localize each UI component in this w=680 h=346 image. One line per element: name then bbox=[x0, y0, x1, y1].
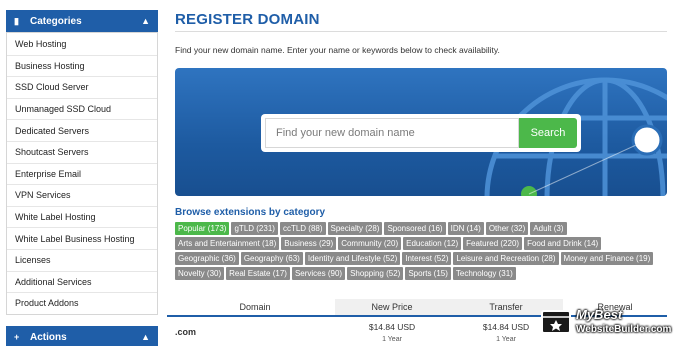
browse-extensions-heading: Browse extensions by category bbox=[175, 207, 326, 218]
page-title: REGISTER DOMAIN bbox=[175, 11, 320, 28]
new-price-period: 1 Year bbox=[382, 336, 402, 343]
sidebar-item[interactable]: SSD Cloud Server bbox=[7, 76, 157, 98]
chevron-up-icon[interactable]: ▲ bbox=[141, 16, 150, 26]
extension-tag[interactable]: Adult (3) bbox=[530, 222, 567, 235]
extension-tag[interactable]: Featured (220) bbox=[463, 237, 523, 250]
sidebar: ▮ Categories ▲ Web Hosting Business Host… bbox=[6, 10, 158, 315]
categories-title: Categories bbox=[30, 15, 82, 27]
chevron-up-icon[interactable]: ▲ bbox=[141, 332, 150, 342]
column-header-domain: Domain bbox=[239, 302, 271, 312]
intro-text: Find your new domain name. Enter your na… bbox=[175, 45, 500, 55]
extension-tag[interactable]: Education (12) bbox=[403, 237, 462, 250]
extension-tag[interactable]: Geographic (36) bbox=[175, 252, 239, 265]
extension-tag[interactable]: Sponsored (16) bbox=[384, 222, 446, 235]
extension-tag[interactable]: Leisure and Recreation (28) bbox=[453, 252, 559, 265]
extension-tag[interactable]: Services (90) bbox=[291, 267, 346, 280]
sidebar-item[interactable]: Additional Services bbox=[7, 270, 157, 293]
plus-icon: + bbox=[14, 332, 20, 342]
extension-tag[interactable]: Community (20) bbox=[338, 237, 402, 250]
actions-panel-header[interactable]: + Actions ▲ bbox=[6, 326, 158, 346]
extension-tag[interactable]: Shopping (52) bbox=[347, 267, 404, 280]
sidebar-item[interactable]: Licenses bbox=[7, 248, 157, 271]
sidebar-item[interactable]: White Label Hosting bbox=[7, 205, 157, 228]
extension-tag[interactable]: IDN (14) bbox=[447, 222, 484, 235]
browser-window-icon bbox=[541, 310, 571, 334]
category-icon: ▮ bbox=[14, 15, 19, 26]
domain-search-box: Search bbox=[261, 114, 581, 152]
sidebar-item[interactable]: White Label Business Hosting bbox=[7, 227, 157, 249]
actions-title: Actions bbox=[30, 331, 67, 343]
extension-tag[interactable]: Arts and Entertainment (18) bbox=[175, 237, 280, 250]
sidebar-item[interactable]: VPN Services bbox=[7, 184, 157, 206]
extension-tag[interactable]: gTLD (231) bbox=[231, 222, 278, 235]
categories-panel-header[interactable]: ▮ Categories ▲ bbox=[6, 10, 158, 32]
extension-tag[interactable]: Other (32) bbox=[485, 222, 529, 235]
extension-tag-popular[interactable]: Popular (173) bbox=[175, 222, 230, 235]
sidebar-item[interactable]: Web Hosting bbox=[7, 33, 157, 55]
extension-tag[interactable]: Technology (31) bbox=[452, 267, 516, 280]
extension-tag[interactable]: Novelty (30) bbox=[175, 267, 225, 280]
actions-panel: + Actions ▲ bbox=[6, 326, 158, 346]
extension-tag[interactable]: Interest (52) bbox=[402, 252, 452, 265]
extension-tag[interactable]: Business (29) bbox=[281, 237, 337, 250]
extension-tag[interactable]: Food and Drink (14) bbox=[524, 237, 602, 250]
domain-search-input[interactable] bbox=[265, 118, 519, 148]
extension-tag[interactable]: Identity and Lifestyle (52) bbox=[304, 252, 401, 265]
extension-tag-list: Popular (173) gTLD (231) ccTLD (88) Spec… bbox=[175, 222, 667, 280]
search-banner: Search bbox=[175, 68, 667, 196]
extension-tag[interactable]: ccTLD (88) bbox=[279, 222, 326, 235]
search-button[interactable]: Search bbox=[519, 118, 577, 148]
watermark-line-2: WebsiteBuilder.com bbox=[576, 324, 672, 335]
column-header-new-price: New Price bbox=[335, 299, 449, 315]
sidebar-item[interactable]: Unmanaged SSD Cloud bbox=[7, 97, 157, 120]
extension-tag[interactable]: Real Estate (17) bbox=[226, 267, 290, 280]
extension-tag[interactable]: Sports (15) bbox=[405, 267, 451, 280]
watermark-logo: MyBest WebsiteBuilder.com bbox=[540, 307, 674, 341]
extension-tag[interactable]: Specialty (28) bbox=[327, 222, 383, 235]
sidebar-item[interactable]: Business Hosting bbox=[7, 54, 157, 77]
sidebar-item[interactable]: Product Addons bbox=[7, 292, 157, 314]
categories-list: Web Hosting Business Hosting SSD Cloud S… bbox=[6, 32, 158, 315]
domain-extension: .com bbox=[175, 327, 197, 337]
sidebar-item[interactable]: Shoutcast Servers bbox=[7, 140, 157, 163]
sidebar-item[interactable]: Enterprise Email bbox=[7, 162, 157, 185]
extension-tag[interactable]: Money and Finance (19) bbox=[560, 252, 654, 265]
new-price-value: $14.84 USD bbox=[368, 322, 416, 332]
extension-tag[interactable]: Geography (63) bbox=[240, 252, 303, 265]
new-price-cell: $14.84 USD 1 Year bbox=[335, 319, 449, 346]
sidebar-item[interactable]: Dedicated Servers bbox=[7, 119, 157, 141]
title-divider bbox=[175, 31, 667, 32]
watermark-line-1: MyBest bbox=[576, 307, 623, 322]
